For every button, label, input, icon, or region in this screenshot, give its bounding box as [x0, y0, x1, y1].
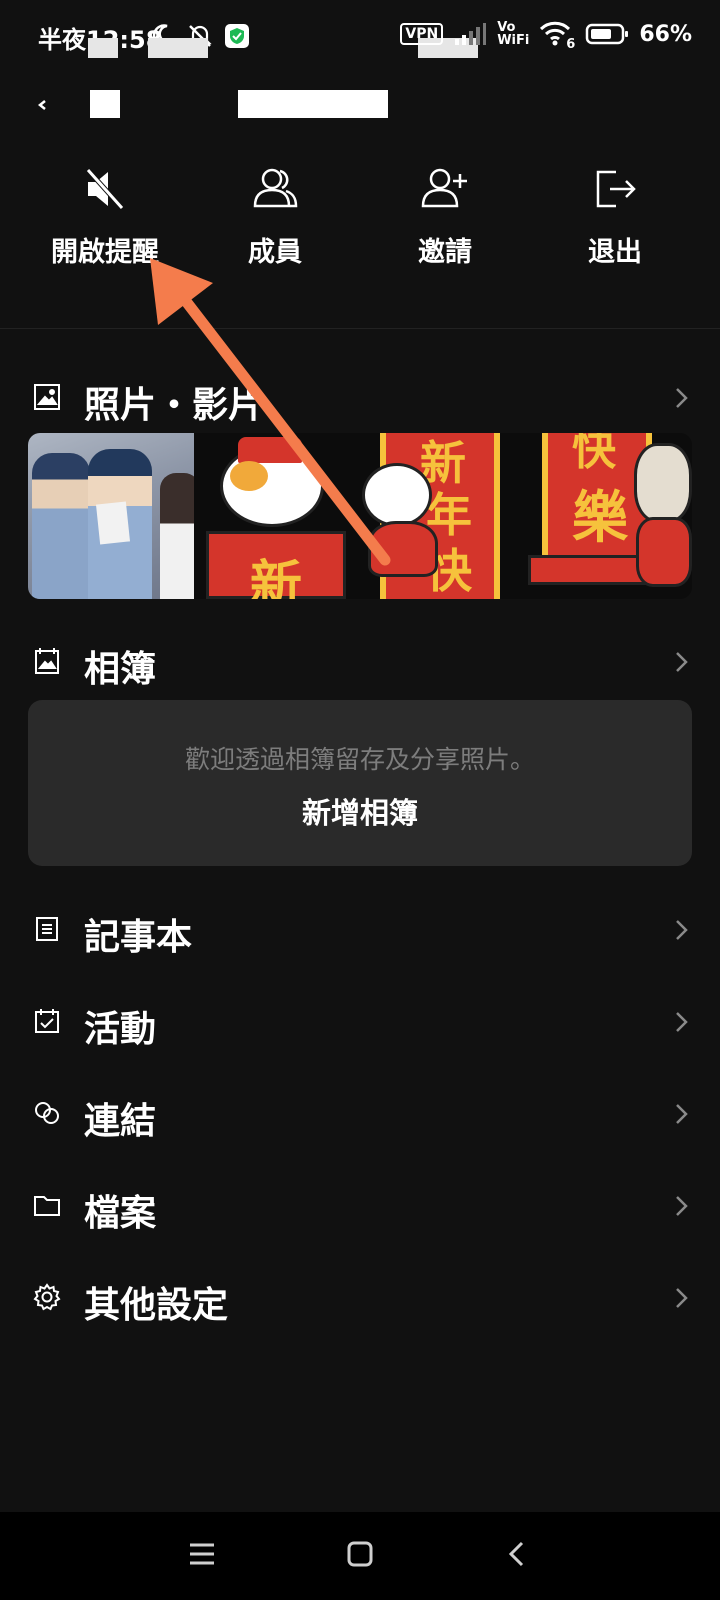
figure-3	[160, 473, 194, 599]
albums-title: 相簿	[84, 649, 157, 690]
redacted-avatar	[90, 90, 120, 118]
cat-white-body	[368, 521, 438, 577]
notes-title: 記事本	[84, 917, 193, 958]
chevron-right-icon	[676, 388, 688, 408]
invite-button[interactable]: 邀請	[370, 150, 520, 290]
photo-thumb-4[interactable]: 快 樂	[526, 433, 692, 599]
members-label: 成員	[248, 237, 302, 268]
photo-thumb-1[interactable]	[28, 433, 194, 599]
cat-grey	[634, 443, 692, 523]
redacted-group-name	[238, 90, 388, 118]
battery-icon	[586, 23, 629, 45]
back-icon[interactable]	[28, 88, 58, 122]
files-title: 檔案	[84, 1193, 157, 1234]
chat-header	[0, 70, 720, 140]
chevron-right-icon	[676, 1196, 688, 1216]
divider	[0, 328, 720, 329]
figure-1	[32, 453, 90, 599]
events-title: 活動	[84, 1009, 157, 1050]
notes-icon	[36, 917, 58, 941]
signal-icon	[455, 23, 487, 45]
chevron-right-icon	[676, 1288, 688, 1308]
chevron-right-icon	[676, 652, 688, 672]
albums-empty-card: 歡迎透過相簿留存及分享照片。 新增相簿	[28, 700, 692, 866]
photo-thumb-2[interactable]: 新	[194, 433, 360, 599]
chevron-right-icon	[676, 1104, 688, 1124]
paper	[95, 501, 131, 545]
gear-icon	[33, 1283, 61, 1311]
action-row: 開啟提醒 成員 邀請 退出	[0, 150, 720, 290]
albums-hint: 歡迎透過相簿留存及分享照片。	[184, 745, 535, 774]
settings-row[interactable]: 其他設定	[0, 1268, 720, 1328]
albums-section-header[interactable]: 相簿	[0, 632, 720, 692]
shield-app-icon	[225, 24, 249, 48]
photos-title: 照片・影片	[84, 385, 265, 426]
enable-notifications-button[interactable]: 開啟提醒	[30, 150, 180, 290]
members-icon	[253, 168, 298, 208]
add-album-button[interactable]: 新增相簿	[28, 790, 692, 832]
cat-patch	[230, 461, 268, 491]
status-right: VPN Vo WiFi 6 66%	[400, 20, 692, 52]
enable-notifications-label: 開啟提醒	[51, 237, 159, 268]
battery-percent: 66%	[639, 21, 692, 47]
notes-row[interactable]: 記事本	[0, 900, 720, 960]
photo-icon	[34, 384, 60, 410]
cat-grey-body	[636, 517, 692, 587]
chevron-right-icon	[676, 920, 688, 940]
members-button[interactable]: 成員	[200, 150, 350, 290]
folder-icon	[34, 1196, 60, 1216]
chevron-right-icon	[676, 1012, 688, 1032]
banner-text: 新	[250, 556, 303, 599]
album-icon	[35, 648, 59, 674]
leave-button[interactable]: 退出	[540, 150, 690, 290]
wifi-badge: 6	[566, 37, 576, 52]
calendar-check-icon	[35, 1009, 59, 1033]
wifi-icon: 6	[539, 20, 575, 52]
photo-thumb-3[interactable]: 新 年 快	[360, 433, 526, 599]
redacted-area-1	[88, 38, 118, 58]
back-nav-icon[interactable]	[504, 1540, 532, 1568]
invite-label: 邀請	[418, 237, 472, 268]
events-row[interactable]: 活動	[0, 992, 720, 1052]
vowifi-indicator: Vo WiFi	[497, 21, 529, 47]
invite-icon	[421, 168, 467, 208]
links-row[interactable]: 連結	[0, 1084, 720, 1144]
menu-icon[interactable]	[188, 1540, 216, 1568]
photo-strip: 新 新 年 快 快 樂	[28, 433, 692, 599]
system-nav-bar	[0, 1512, 720, 1600]
cat-white	[362, 463, 432, 527]
leave-label: 退出	[588, 237, 642, 268]
vpn-badge: VPN	[400, 23, 444, 45]
files-row[interactable]: 檔案	[0, 1176, 720, 1236]
home-icon[interactable]	[346, 1540, 374, 1568]
redacted-area-2	[148, 38, 208, 58]
status-bar: 半夜12:58 VPN Vo WiFi 6 66%	[0, 0, 720, 70]
speaker-muted-icon	[86, 168, 124, 210]
link-icon	[35, 1102, 59, 1124]
scroll2-text-2: 樂	[572, 486, 628, 551]
exit-icon	[596, 170, 636, 208]
scroll2-text-1: 快	[572, 433, 616, 475]
links-title: 連結	[84, 1101, 157, 1142]
cat-hat	[238, 437, 302, 463]
settings-title: 其他設定	[84, 1285, 229, 1326]
photos-section-header[interactable]: 照片・影片	[0, 368, 720, 428]
vowifi-bottom: WiFi	[497, 33, 530, 48]
